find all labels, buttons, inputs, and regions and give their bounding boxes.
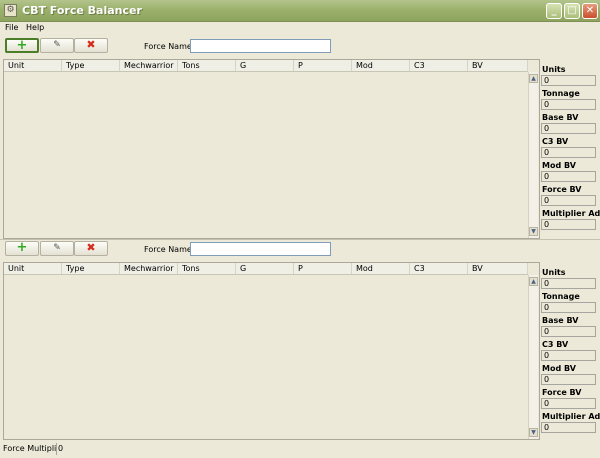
units-label: Units	[542, 268, 566, 277]
add-unit-button[interactable]: +	[5, 241, 39, 256]
column-type[interactable]: Type	[62, 263, 120, 274]
base-bv-value: 0	[541, 123, 596, 134]
c3-bv-label: C3 BV	[542, 340, 569, 349]
column-p[interactable]: P	[294, 263, 352, 274]
c3-bv-label: C3 BV	[542, 137, 569, 146]
column-c3[interactable]: C3	[410, 263, 468, 274]
column-bv[interactable]: BV	[468, 263, 528, 274]
table-header: Unit Type Mechwarrior Tons G P Mod C3 BV	[4, 60, 528, 72]
plus-icon: +	[16, 240, 28, 255]
column-unit[interactable]: Unit	[4, 263, 62, 274]
tonnage-label: Tonnage	[542, 292, 580, 301]
table-scrollbar[interactable]: ▲ ▼	[528, 72, 538, 238]
mod-bv-value: 0	[541, 171, 596, 182]
force-bv-value: 0	[541, 195, 596, 206]
multiplier-adj-value: 0	[541, 422, 596, 433]
column-tons[interactable]: Tons	[178, 60, 236, 71]
scroll-down-icon[interactable]: ▼	[529, 227, 538, 236]
multiplier-adj-label: Multiplier Adj	[542, 209, 600, 218]
column-g[interactable]: G	[236, 60, 294, 71]
force-name-label: Force Name:	[144, 245, 195, 254]
scroll-up-icon[interactable]: ▲	[529, 277, 538, 286]
column-mechwarrior[interactable]: Mechwarrior	[120, 263, 178, 274]
app-icon: ⚙	[4, 4, 17, 17]
maximize-button[interactable]: □	[564, 3, 580, 19]
force-name-input[interactable]	[190, 242, 331, 256]
column-mechwarrior[interactable]: Mechwarrior	[120, 60, 178, 71]
c3-bv-value: 0	[541, 147, 596, 158]
mod-bv-label: Mod BV	[542, 364, 576, 373]
force-name-label: Force Name:	[144, 42, 195, 51]
units-table[interactable]: Unit Type Mechwarrior Tons G P Mod C3 BV…	[3, 59, 540, 239]
tonnage-value: 0	[541, 99, 596, 110]
table-scrollbar[interactable]: ▲ ▼	[528, 275, 538, 439]
column-type[interactable]: Type	[62, 60, 120, 71]
multiplier-adj-label: Multiplier Adj	[542, 412, 600, 421]
units-value: 0	[541, 278, 596, 289]
section-divider	[0, 239, 600, 240]
column-tons[interactable]: Tons	[178, 263, 236, 274]
delete-icon: ✖	[86, 38, 96, 51]
column-mod[interactable]: Mod	[352, 263, 410, 274]
table-header: Unit Type Mechwarrior Tons G P Mod C3 BV	[4, 263, 528, 275]
menu-help[interactable]: Help	[26, 22, 44, 34]
column-unit[interactable]: Unit	[4, 60, 62, 71]
units-label: Units	[542, 65, 566, 74]
force-name-input[interactable]	[190, 39, 331, 53]
scroll-down-icon[interactable]: ▼	[529, 428, 538, 437]
edit-unit-button[interactable]: ✎	[40, 38, 74, 53]
units-value: 0	[541, 75, 596, 86]
column-p[interactable]: P	[294, 60, 352, 71]
tonnage-value: 0	[541, 302, 596, 313]
close-button[interactable]: ✕	[582, 3, 598, 19]
force-bv-label: Force BV	[542, 185, 582, 194]
force-bv-value: 0	[541, 398, 596, 409]
window-title: CBT Force Balancer	[22, 4, 142, 17]
base-bv-label: Base BV	[542, 316, 579, 325]
base-bv-label: Base BV	[542, 113, 579, 122]
edit-icon: ✎	[53, 40, 61, 50]
column-mod[interactable]: Mod	[352, 60, 410, 71]
edit-icon: ✎	[53, 243, 61, 253]
multiplier-adj-value: 0	[541, 219, 596, 230]
menu-file[interactable]: File	[5, 22, 18, 34]
scroll-up-icon[interactable]: ▲	[529, 74, 538, 83]
plus-icon: +	[16, 38, 28, 53]
column-g[interactable]: G	[236, 263, 294, 274]
c3-bv-value: 0	[541, 350, 596, 361]
mod-bv-value: 0	[541, 374, 596, 385]
units-table[interactable]: Unit Type Mechwarrior Tons G P Mod C3 BV…	[3, 262, 540, 440]
base-bv-value: 0	[541, 326, 596, 337]
delete-unit-button[interactable]: ✖	[74, 241, 108, 256]
add-unit-button[interactable]: +	[5, 38, 39, 53]
minimize-button[interactable]: _	[546, 3, 562, 19]
force-bv-label: Force BV	[542, 388, 582, 397]
title-bar[interactable]: ⚙ CBT Force Balancer _ □ ✕	[0, 0, 600, 22]
delete-icon: ✖	[86, 241, 96, 254]
tonnage-label: Tonnage	[542, 89, 580, 98]
menu-bar: File Help	[0, 22, 600, 34]
force-multiplier-value[interactable]: 0	[56, 443, 96, 455]
delete-unit-button[interactable]: ✖	[74, 38, 108, 53]
edit-unit-button[interactable]: ✎	[40, 241, 74, 256]
mod-bv-label: Mod BV	[542, 161, 576, 170]
column-bv[interactable]: BV	[468, 60, 528, 71]
column-c3[interactable]: C3	[410, 60, 468, 71]
